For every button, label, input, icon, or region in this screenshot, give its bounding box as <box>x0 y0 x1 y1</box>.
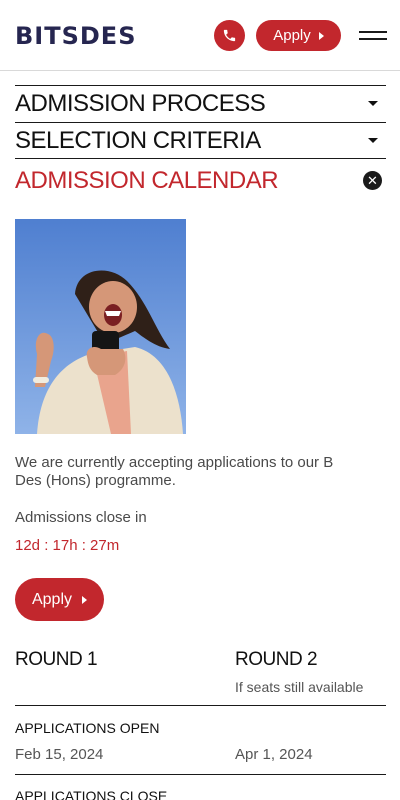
divider <box>15 705 386 706</box>
accordion-admission-process[interactable]: ADMISSION PROCESS <box>15 85 386 122</box>
countdown-timer: 12d : 17h : 27m <box>15 537 120 554</box>
applications-close-label: APPLICATIONS CLOSE <box>15 788 168 800</box>
brand-logo[interactable]: BITSDES <box>15 22 136 50</box>
divider <box>15 774 386 775</box>
caret-right-icon <box>82 595 88 604</box>
chevron-down-icon <box>368 138 378 143</box>
accordion-selection-criteria[interactable]: SELECTION CRITERIA <box>15 122 386 159</box>
close-icon[interactable]: ✕ <box>363 171 382 190</box>
round-2-heading: ROUND 2 <box>235 649 318 670</box>
accordion-title: ADMISSION CALENDAR <box>15 166 279 194</box>
header-apply-button[interactable]: Apply <box>256 20 341 51</box>
apply-button[interactable]: Apply <box>15 578 104 621</box>
student-celebrating-photo <box>15 219 186 434</box>
hamburger-menu-icon[interactable] <box>359 28 387 42</box>
intro-text: We are currently accepting applications … <box>15 454 334 489</box>
divider <box>15 158 386 159</box>
accordion-title: SELECTION CRITERIA <box>15 126 261 154</box>
accordion-admission-calendar[interactable]: ADMISSION CALENDAR ✕ <box>15 162 386 199</box>
caret-right-icon <box>318 31 324 40</box>
site-header: BITSDES Apply <box>0 0 400 71</box>
accordion-title: ADMISSION PROCESS <box>15 89 266 117</box>
round-2-note: If seats still available <box>235 679 364 695</box>
phone-icon <box>223 29 236 42</box>
admissions-close-label: Admissions close in <box>15 509 147 526</box>
apply-label: Apply <box>31 590 73 608</box>
phone-button[interactable] <box>214 20 245 51</box>
round-2-open-date: Apr 1, 2024 <box>235 746 313 763</box>
menu-bar-top <box>359 31 387 33</box>
menu-bar-bottom <box>359 38 387 40</box>
header-apply-label: Apply <box>273 27 311 44</box>
applications-open-label: APPLICATIONS OPEN <box>15 720 160 736</box>
round-1-heading: ROUND 1 <box>15 649 98 670</box>
chevron-down-icon <box>368 101 378 106</box>
round-1-open-date: Feb 15, 2024 <box>15 746 104 763</box>
